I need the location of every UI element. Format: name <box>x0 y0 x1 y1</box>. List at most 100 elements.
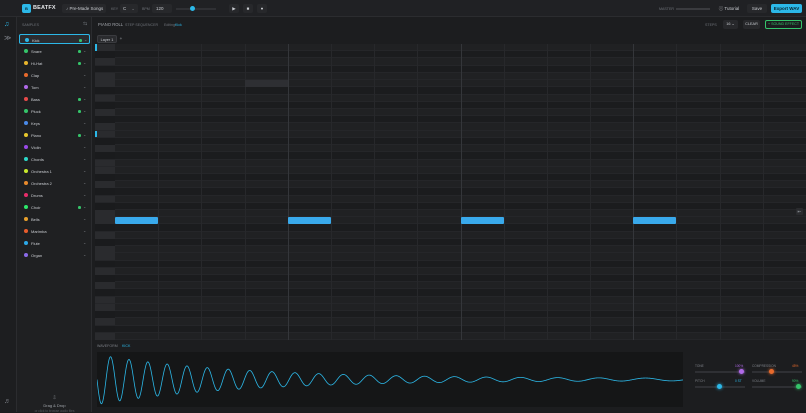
sample-item[interactable]: Chords⌄ <box>19 154 90 164</box>
chevron-down-icon[interactable]: ⌄ <box>84 37 87 42</box>
stop-button[interactable]: ■ <box>243 4 253 13</box>
control-knob[interactable] <box>739 369 744 374</box>
sample-item[interactable]: Organ⌄ <box>19 250 90 260</box>
tempo-slider-thumb[interactable] <box>190 6 195 11</box>
sample-item[interactable]: Bass⌄ <box>19 94 90 104</box>
master-volume-slider[interactable] <box>676 8 710 10</box>
clear-button[interactable]: CLEAR <box>743 20 760 29</box>
piano-key[interactable] <box>95 196 115 203</box>
sample-item[interactable]: Pluck⌄ <box>19 106 90 116</box>
tab-layer-1[interactable]: Layer 1 <box>97 35 117 43</box>
premade-songs-button[interactable]: ♪ Pre-Made Songs <box>62 4 106 13</box>
sample-item[interactable]: Orchestra 2⌄ <box>19 178 90 188</box>
piano-key[interactable] <box>95 73 115 80</box>
note-block[interactable] <box>288 217 331 224</box>
piano-key[interactable] <box>95 268 115 275</box>
piano-roll-nav-icon[interactable]: ♫ <box>4 21 13 30</box>
tempo-slider[interactable] <box>176 8 216 10</box>
piano-key[interactable] <box>95 167 115 174</box>
sample-item[interactable]: Flute⌄ <box>19 238 90 248</box>
piano-key[interactable] <box>95 289 115 296</box>
piano-key[interactable] <box>95 102 115 109</box>
piano-key[interactable] <box>95 304 115 311</box>
note-block[interactable] <box>461 217 504 224</box>
piano-key[interactable] <box>95 311 115 318</box>
piano-key[interactable] <box>95 261 115 268</box>
control-slider[interactable] <box>752 371 802 373</box>
control-knob[interactable] <box>796 384 801 389</box>
piano-key[interactable] <box>95 217 115 224</box>
sample-item[interactable]: Piano⌄ <box>19 130 90 140</box>
piano-key[interactable] <box>95 123 115 130</box>
sample-item[interactable]: Tom⌄ <box>19 82 90 92</box>
collapse-sidebar-icon[interactable]: ⇆ <box>83 21 87 27</box>
drop-zone[interactable]: ⇩ Drag & Drop or click to browse audio f… <box>17 395 92 413</box>
sample-item[interactable]: Bells⌄ <box>19 214 90 224</box>
chevron-down-icon[interactable]: ⌄ <box>83 204 86 209</box>
sample-item[interactable]: Snare⌄ <box>19 46 90 56</box>
piano-key[interactable] <box>95 109 115 116</box>
piano-key[interactable] <box>95 58 115 65</box>
chevron-down-icon[interactable]: ⌄ <box>83 216 86 221</box>
piano-key[interactable] <box>95 239 115 246</box>
piano-key[interactable] <box>95 145 115 152</box>
chevron-down-icon[interactable]: ⌄ <box>83 252 86 257</box>
sample-item[interactable]: Marimba⌄ <box>19 226 90 236</box>
chevron-down-icon[interactable]: ⌄ <box>83 192 86 197</box>
steps-select[interactable]: 16 ⌄ <box>723 20 738 29</box>
piano-key[interactable] <box>95 51 115 58</box>
chevron-down-icon[interactable]: ⌄ <box>83 156 86 161</box>
sample-item[interactable]: Violin⌄ <box>19 142 90 152</box>
control-slider[interactable] <box>695 371 745 373</box>
piano-key[interactable] <box>95 275 115 282</box>
chevron-down-icon[interactable]: ⌄ <box>83 180 86 185</box>
piano-key[interactable] <box>95 253 115 260</box>
effects-nav-icon[interactable]: ≫ <box>4 34 13 43</box>
record-button[interactable]: ● <box>257 4 267 13</box>
piano-key[interactable] <box>95 326 115 333</box>
piano-key[interactable] <box>95 44 115 51</box>
note-block[interactable] <box>115 217 158 224</box>
piano-key[interactable] <box>95 66 115 73</box>
chevron-down-icon[interactable]: ⌄ <box>83 120 86 125</box>
collapse-panel-icon[interactable]: ⇤ <box>796 208 803 215</box>
piano-key[interactable] <box>95 210 115 217</box>
sample-item[interactable]: Hi-Hat⌄ <box>19 58 90 68</box>
chevron-down-icon[interactable]: ⌄ <box>83 144 86 149</box>
piano-key[interactable] <box>95 87 115 94</box>
tutorial-button[interactable]: ⓘ Tutorial <box>716 4 742 13</box>
piano-key[interactable] <box>95 131 115 138</box>
chevron-down-icon[interactable]: ⌄ <box>83 84 86 89</box>
chevron-down-icon[interactable]: ⌄ <box>83 168 86 173</box>
control-knob[interactable] <box>769 369 774 374</box>
chevron-down-icon[interactable]: ⌄ <box>83 132 86 137</box>
chevron-down-icon[interactable]: ⌄ <box>83 96 86 101</box>
note-grid[interactable] <box>115 44 806 340</box>
piano-key[interactable] <box>95 80 115 87</box>
export-wav-button[interactable]: Export WAV <box>771 4 802 13</box>
control-slider[interactable] <box>752 386 802 388</box>
piano-key[interactable] <box>95 282 115 289</box>
chevron-down-icon[interactable]: ⌄ <box>83 240 86 245</box>
bpm-input[interactable]: 120 <box>152 4 172 13</box>
sample-item[interactable]: Keys⌄ <box>19 118 90 128</box>
piano-key[interactable] <box>95 203 115 210</box>
piano-key[interactable] <box>95 95 115 102</box>
piano-key[interactable] <box>95 152 115 159</box>
sample-item[interactable]: Choir⌄ <box>19 202 90 212</box>
piano-key[interactable] <box>95 174 115 181</box>
note-block[interactable] <box>633 217 676 224</box>
piano-key[interactable] <box>95 333 115 340</box>
chevron-down-icon[interactable]: ⌄ <box>83 228 86 233</box>
piano-key[interactable] <box>95 116 115 123</box>
control-knob[interactable] <box>717 384 722 389</box>
piano-key[interactable] <box>95 138 115 145</box>
piano-key[interactable] <box>95 224 115 231</box>
add-layer-button[interactable]: + <box>118 35 124 43</box>
sample-item[interactable]: Drums⌄ <box>19 190 90 200</box>
piano-key[interactable] <box>95 181 115 188</box>
piano-key[interactable] <box>95 232 115 239</box>
piano-key[interactable] <box>95 160 115 167</box>
piano-key[interactable] <box>95 297 115 304</box>
sample-item[interactable]: Clap⌄ <box>19 70 90 80</box>
